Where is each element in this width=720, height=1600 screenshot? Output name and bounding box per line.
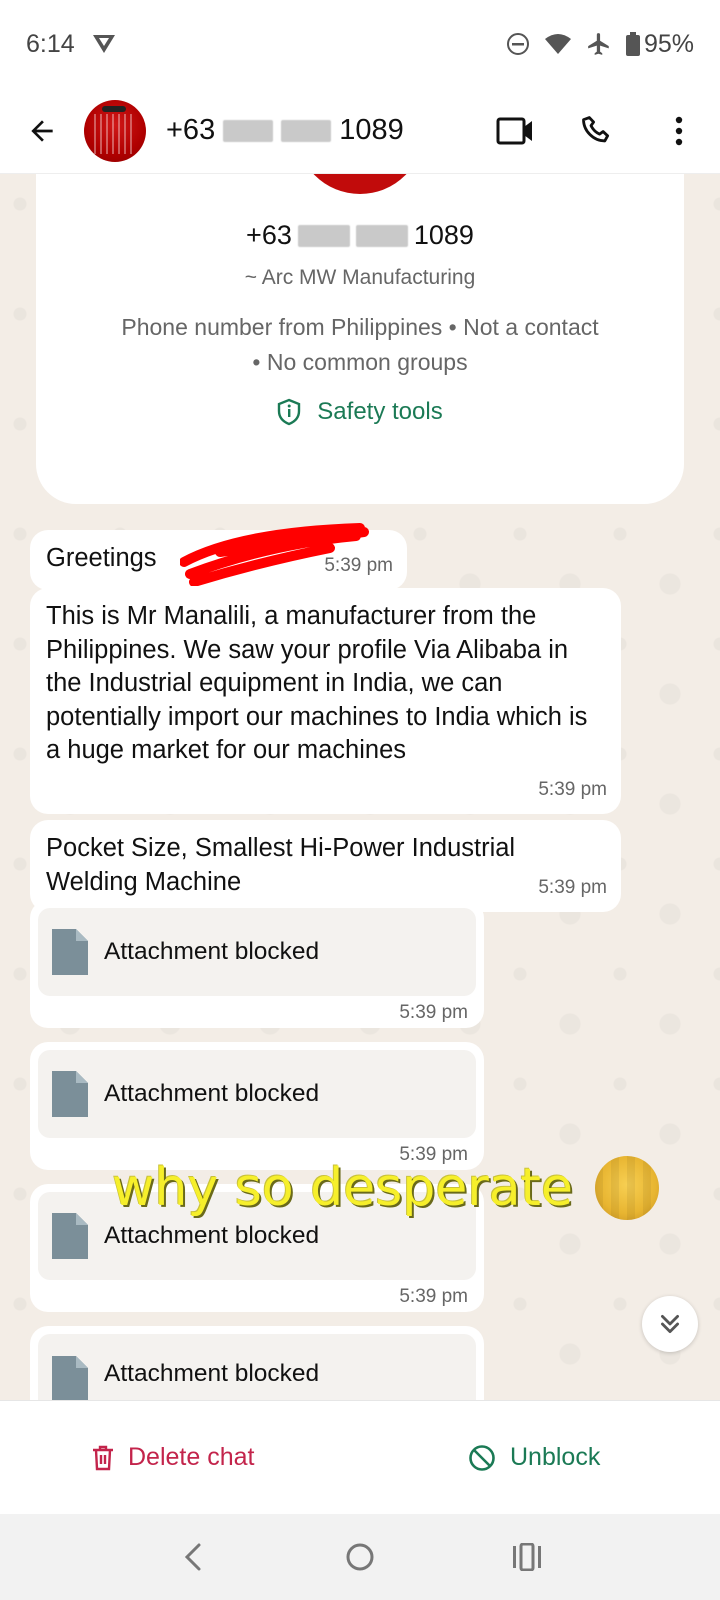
info-meta: Phone number from Philippines • Not a co…: [76, 310, 644, 380]
wifi-icon: [544, 33, 572, 55]
redacted-block: [281, 119, 332, 142]
info-meta-line: • No common groups: [252, 349, 468, 375]
attachment-label: Attachment blocked: [104, 938, 320, 965]
attachment-message[interactable]: Attachment blocked: [30, 1326, 484, 1400]
document-icon: [52, 929, 88, 975]
contact-phone-prefix: +63: [166, 114, 216, 146]
info-phone: +63 1089: [36, 220, 684, 251]
unblock-button[interactable]: Unblock: [468, 1443, 600, 1472]
info-phone-prefix: +63: [246, 220, 292, 250]
nav-back-icon: [185, 1543, 201, 1571]
chat-header: +63 1089: [0, 88, 720, 174]
nav-back-button[interactable]: [163, 1527, 223, 1587]
message-text: Greetings: [46, 544, 157, 572]
attachment-blocked[interactable]: Attachment blocked: [38, 1050, 476, 1138]
message-time: 5:39 pm: [538, 778, 607, 800]
voice-call-button[interactable]: [556, 88, 638, 174]
redacted-block: [355, 224, 408, 247]
info-avatar: [296, 174, 424, 194]
contact-phone-suffix: 1089: [339, 114, 404, 146]
airplane-icon: [586, 31, 612, 57]
document-icon: [52, 1356, 88, 1400]
back-arrow-icon: [31, 119, 53, 142]
message-time: 5:39 pm: [538, 876, 607, 898]
message-time: 5:39 pm: [324, 554, 393, 576]
header-actions: [474, 88, 720, 174]
info-meta-line: Phone number from Philippines • Not a co…: [121, 314, 599, 340]
double-chevron-down-icon: [661, 1315, 679, 1333]
attachment-label: Attachment blocked: [104, 1360, 320, 1387]
more-options-button[interactable]: [638, 88, 720, 174]
message-bubble[interactable]: Pocket Size, Smallest Hi-Power Industria…: [30, 820, 621, 912]
document-icon: [52, 1213, 88, 1259]
phone-call-icon: [582, 115, 610, 142]
system-nav-bar: [0, 1514, 720, 1600]
status-left: 6:14: [26, 30, 117, 59]
nav-home-icon: [346, 1543, 374, 1571]
attachment-blocked[interactable]: Attachment blocked: [38, 1334, 476, 1400]
attachment-label: Attachment blocked: [104, 1080, 320, 1107]
message-time: 5:39 pm: [399, 1002, 468, 1023]
nav-home-button[interactable]: [330, 1527, 390, 1587]
video-call-icon: [496, 117, 532, 144]
contact-info-card: +63 1089 ~ Arc MW Manufacturing Phone nu…: [36, 174, 684, 504]
message-text: This is Mr Manalili, a manufacturer from…: [46, 602, 588, 764]
nav-recents-button[interactable]: [497, 1527, 557, 1587]
message-bubble[interactable]: This is Mr Manalili, a manufacturer from…: [30, 588, 621, 814]
attachment-blocked[interactable]: Attachment blocked: [38, 908, 476, 996]
message-bubble[interactable]: Greetings 5:39 pm: [30, 523, 407, 590]
overlay-caption: why so desperate: [112, 1156, 659, 1220]
contact-avatar[interactable]: [84, 99, 146, 162]
status-time: 6:14: [26, 29, 75, 58]
info-subname: ~ Arc MW Manufacturing: [244, 266, 476, 289]
delete-chat-button[interactable]: Delete chat: [92, 1443, 254, 1472]
attachment-message[interactable]: Attachment blocked 5:39 pm: [30, 900, 484, 1028]
redacted-block: [297, 224, 350, 247]
battery-icon: [625, 32, 640, 56]
nav-recents-icon: [512, 1543, 541, 1571]
back-button[interactable]: [0, 88, 84, 174]
video-call-button[interactable]: [474, 88, 556, 174]
pixelated-emoji-icon: [594, 1156, 659, 1220]
safety-tools-button[interactable]: Safety tools: [36, 398, 684, 426]
attachment-label: Attachment blocked: [104, 1222, 320, 1249]
shield-icon: [278, 398, 301, 426]
status-bar: 6:14 95%: [0, 0, 720, 88]
status-right: 95%: [506, 30, 694, 59]
redacted-block: [223, 119, 274, 142]
more-vert-icon: [675, 116, 683, 145]
message-time: 5:39 pm: [399, 1286, 468, 1307]
message-text: Pocket Size, Smallest Hi-Power Industria…: [46, 834, 516, 896]
document-icon: [52, 1071, 88, 1117]
dnd-icon: [506, 32, 530, 56]
safety-tools-label: Safety tools: [317, 398, 443, 425]
unblock-label: Unblock: [510, 1443, 601, 1471]
chat-area[interactable]: +63 1089 ~ Arc MW Manufacturing Phone nu…: [0, 174, 720, 1400]
delete-chat-label: Delete chat: [128, 1443, 255, 1471]
battery-group: 95%: [625, 29, 694, 59]
info-phone-suffix: 1089: [413, 220, 474, 250]
blocked-actions-bar: Delete chat Unblock: [0, 1400, 720, 1514]
trash-icon: [93, 1445, 113, 1470]
v-app-icon: [91, 33, 117, 55]
block-icon: [469, 1444, 495, 1471]
overlay-caption-text: why so desperate: [112, 1158, 573, 1218]
battery-percent: 95%: [643, 29, 694, 58]
scroll-to-bottom-button[interactable]: [642, 1296, 698, 1352]
contact-title[interactable]: +63 1089: [166, 114, 404, 147]
attachment-message[interactable]: Attachment blocked 5:39 pm: [30, 1042, 484, 1170]
